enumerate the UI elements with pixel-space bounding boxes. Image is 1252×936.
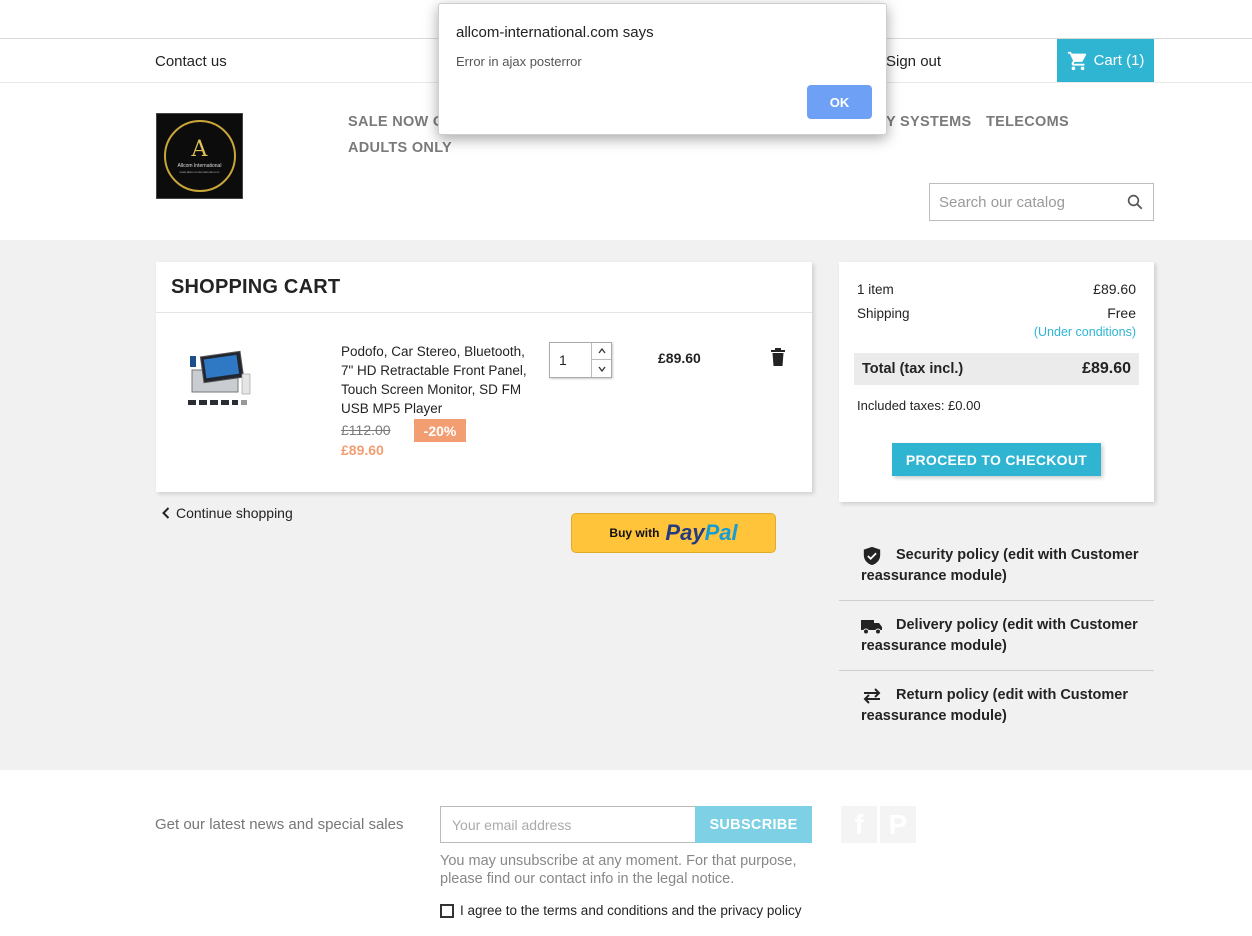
quantity-down-button[interactable]	[592, 360, 611, 377]
items-subtotal: £89.60	[1093, 281, 1136, 297]
terms-consent[interactable]: I agree to the terms and conditions and …	[440, 903, 801, 918]
contact-link[interactable]: Contact us	[155, 53, 227, 70]
email-field[interactable]	[441, 807, 691, 842]
reassurance-text: Return policy (edit with Customer reassu…	[861, 687, 1129, 724]
alert-dialog: allcom-international.com says Error in a…	[438, 3, 887, 135]
reassurance-security: Security policy (edit with Customer reas…	[839, 532, 1154, 602]
trash-icon[interactable]	[770, 348, 786, 366]
subscribe-button[interactable]: SUBSCRIBE	[695, 806, 812, 843]
quantity-up-button[interactable]	[592, 343, 611, 360]
page-title: SHOPPING CART	[171, 276, 341, 298]
product-price: £89.60	[341, 442, 384, 458]
product-name[interactable]: Podofo, Car Stereo, Bluetooth, 7" HD Ret…	[341, 342, 531, 418]
line-total: £89.60	[658, 350, 701, 366]
terms-checkbox[interactable]	[440, 903, 454, 918]
divider	[839, 600, 1154, 601]
main-content: SHOPPING CART Podofo, Car Stereo, Blueto…	[0, 240, 1252, 770]
items-count: 1 item	[857, 282, 894, 297]
cart-icon	[1067, 51, 1086, 70]
total-value: £89.60	[1082, 360, 1131, 377]
logo-letter: A	[191, 136, 208, 162]
shipping-value: Free	[1107, 305, 1136, 321]
paypal-buy-with: Buy with	[609, 526, 660, 540]
discount-badge: -20%	[414, 419, 466, 442]
chevron-left-icon	[162, 507, 170, 519]
pinterest-letter: P	[888, 808, 908, 840]
menu-item-telecoms[interactable]: TELECOMS	[986, 114, 1069, 130]
footer: Get our latest news and special sales SU…	[0, 770, 1252, 936]
search-icon[interactable]	[1126, 193, 1144, 211]
logo-tagline: www.allcom-international.com	[179, 169, 220, 174]
total-label: Total (tax incl.)	[862, 361, 964, 377]
pinterest-icon[interactable]: P	[880, 806, 916, 843]
dialog-title: allcom-international.com says	[456, 24, 654, 41]
ok-button[interactable]: OK	[807, 85, 872, 119]
paypal-logo: PayPal	[665, 520, 737, 546]
conditions-link[interactable]: (Under conditions)	[1034, 325, 1136, 339]
facebook-letter: f	[854, 808, 864, 840]
reassurance-text: Delivery policy (edit with Customer reas…	[861, 617, 1138, 654]
signout-link[interactable]: Sign out	[886, 53, 941, 70]
chevron-up-icon	[597, 348, 606, 354]
proceed-to-checkout-button[interactable]: PROCEED TO CHECKOUT	[892, 443, 1101, 476]
reassurance-text: Security policy (edit with Customer reas…	[861, 547, 1139, 584]
search-box	[929, 183, 1154, 221]
divider	[156, 312, 812, 313]
reassurance-return: Return policy (edit with Customer reassu…	[839, 672, 1154, 742]
cart-summary: 1 item £89.60 Shipping Free (Under condi…	[839, 262, 1154, 502]
included-taxes: Included taxes: £0.00	[857, 398, 981, 413]
paypal-logo-pal: Pal	[704, 520, 738, 545]
search-input[interactable]	[930, 184, 1115, 220]
paypal-logo-pay: Pay	[665, 520, 705, 545]
quantity-stepper[interactable]: 1	[549, 342, 612, 378]
chevron-down-icon	[597, 366, 606, 372]
facebook-icon[interactable]: f	[841, 806, 877, 843]
newsletter-label: Get our latest news and special sales	[155, 816, 404, 833]
dialog-message: Error in ajax posterror	[456, 54, 582, 69]
continue-shopping-link[interactable]: Continue shopping	[162, 505, 293, 521]
logo-name: Allcom International	[177, 162, 222, 169]
shipping-label: Shipping	[857, 306, 910, 321]
quantity-value[interactable]: 1	[559, 352, 567, 368]
product-image[interactable]	[184, 348, 256, 412]
continue-label: Continue shopping	[176, 505, 293, 521]
old-price: £112.00	[341, 422, 391, 438]
cart-card: SHOPPING CART Podofo, Car Stereo, Blueto…	[156, 262, 812, 492]
menu-item-sale[interactable]: SALE NOW O	[348, 114, 444, 130]
reassurance-delivery: Delivery policy (edit with Customer reas…	[839, 602, 1154, 672]
cart-label: Cart (1)	[1093, 52, 1145, 69]
email-box	[440, 806, 696, 843]
divider	[839, 670, 1154, 671]
paypal-button[interactable]: Buy with PayPal	[571, 513, 776, 553]
menu-item-adults[interactable]: ADULTS ONLY	[348, 140, 452, 156]
logo[interactable]: A Allcom International www.allcom-intern…	[156, 113, 243, 199]
cart-button[interactable]: Cart (1)	[1057, 39, 1154, 82]
unsubscribe-note: You may unsubscribe at any moment. For t…	[440, 853, 797, 887]
terms-label: I agree to the terms and conditions and …	[460, 903, 802, 918]
menu-item-systems[interactable]: Y SYSTEMS	[886, 114, 971, 130]
total-row: Total (tax incl.) £89.60	[854, 353, 1139, 385]
logo-ring: A Allcom International www.allcom-intern…	[163, 120, 236, 192]
